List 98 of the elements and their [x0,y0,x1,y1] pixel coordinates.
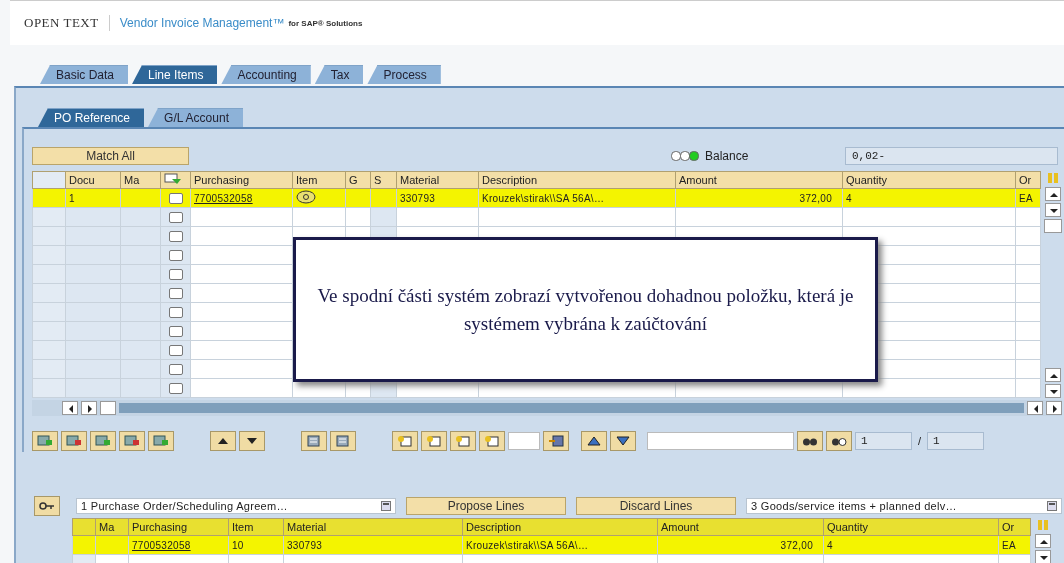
tab[interactable]: Tax [314,65,364,84]
detail-icon[interactable] [296,190,316,204]
horizontal-scrollbar[interactable] [119,403,1024,413]
tab[interactable]: Basic Data [40,65,129,84]
table-cell: Krouzek\stirak\\SA 56A\… [466,539,589,551]
tab[interactable]: G/L Account [148,108,243,127]
reference-dropdown[interactable]: 1 Purchase Order/Scheduling Agreem… [76,498,396,514]
brand-logo: OPEN TEXT [24,15,99,31]
document-icon[interactable] [421,431,447,451]
table-cell: 4 [846,192,852,204]
document-icon[interactable] [392,431,418,451]
scroll-up-icon[interactable] [1035,534,1051,548]
scroll-down-icon[interactable] [1045,203,1061,217]
table-cell: 4 [827,539,833,551]
column-header[interactable]: Ma [95,518,129,536]
page-total: 1 [927,432,985,450]
column-header[interactable]: Quantity [842,171,1016,189]
product-title: Vendor Invoice Management™ [119,16,285,30]
scroll-thumb[interactable] [100,401,116,415]
column-header[interactable]: S [370,171,397,189]
key-icon[interactable] [34,496,60,516]
callout-text: Ve spodní části systém zobrazí vytvořenou dohadnou položku, která je systémem vybrána k zaúčtování [316,283,855,336]
column-header[interactable]: Or [1015,171,1041,189]
column-header[interactable]: Material [396,171,479,189]
display-icon [164,173,182,185]
column-header[interactable]: Or [998,518,1031,536]
column-header[interactable]: Purchasing [190,171,293,189]
table-cell: 330793 [400,192,436,204]
tab[interactable]: Line Items [132,65,218,84]
column-header[interactable]: Quantity [823,518,999,536]
input-field[interactable] [508,432,540,450]
table-cell: EA [1002,539,1016,551]
propose-lines-button[interactable]: Propose Lines [406,497,566,515]
checkbox[interactable] [168,287,183,299]
checkbox[interactable] [168,268,183,280]
column-header[interactable]: Ma [120,171,161,189]
items-dropdown[interactable]: 3 Goods/service items + planned delv… [746,498,1062,514]
scroll-down-icon[interactable] [1045,384,1061,398]
table-cell: 10 [232,539,244,551]
column-header[interactable]: Description [478,171,676,189]
move-down-icon[interactable] [239,431,265,451]
dropdown-icon [1047,501,1057,511]
find-next-icon[interactable] [826,431,852,451]
export-icon[interactable] [543,431,569,451]
page-field[interactable]: 1 [855,432,912,450]
document-icon[interactable] [450,431,476,451]
column-header[interactable]: Item [228,518,284,536]
document-icon[interactable] [479,431,505,451]
tab[interactable]: Accounting [221,65,311,84]
checkbox[interactable] [168,325,183,337]
add-row-icon[interactable] [32,431,58,451]
table-cell: 330793 [287,539,323,551]
column-header[interactable]: Item [292,171,346,189]
product-suffix: for SAP® Solutions [288,18,363,28]
scroll-right-icon[interactable] [1046,401,1062,415]
tab[interactable]: Process [367,65,441,84]
move-up-icon[interactable] [210,431,236,451]
scroll-up-icon[interactable] [1045,368,1061,382]
balance-label: Balance [705,149,750,163]
column-header[interactable]: Purchasing [128,518,229,536]
delete-row-icon[interactable] [61,431,87,451]
table-cell: Krouzek\stirak\\SA 56A\… [482,192,605,204]
table-cell: EA [1019,192,1033,204]
scroll-right-icon[interactable] [81,401,97,415]
checkbox[interactable] [168,344,183,356]
list-icon[interactable] [330,431,356,451]
checkbox[interactable] [168,306,183,318]
scroll-left-icon[interactable] [1027,401,1043,415]
scroll-thumb[interactable] [1044,219,1062,233]
checkbox[interactable] [168,363,183,375]
checkbox[interactable] [168,382,183,394]
column-header[interactable]: Material [283,518,463,536]
checkbox[interactable] [168,249,183,261]
list-icon[interactable] [301,431,327,451]
page-separator: / [918,435,922,447]
match-all-button[interactable]: Match All [32,147,189,165]
balance-field: 0,02- [845,147,1058,165]
column-header[interactable]: Description [462,518,658,536]
checkbox[interactable] [168,230,183,242]
dropdown-icon [381,501,391,511]
table-cell: 1 [69,192,75,204]
column-header[interactable]: Amount [657,518,824,536]
column-header[interactable]: Docu [65,171,121,189]
checkbox[interactable] [168,211,183,223]
tab[interactable]: PO Reference [38,108,145,127]
search-field[interactable] [647,432,794,450]
scroll-left-icon[interactable] [62,401,78,415]
scroll-up-icon[interactable] [1045,187,1061,201]
scroll-down-icon[interactable] [1035,550,1051,563]
column-header[interactable] [160,171,191,189]
binoculars-icon[interactable] [797,431,823,451]
column-header[interactable]: Amount [675,171,843,189]
discard-lines-button[interactable]: Discard Lines [576,497,736,515]
table-cell: 372,00 [799,192,832,204]
column-header[interactable]: G [345,171,371,189]
sort-ascending-icon[interactable] [581,431,607,451]
checkbox[interactable] [168,192,183,204]
table-cell: 372,00 [780,539,813,551]
